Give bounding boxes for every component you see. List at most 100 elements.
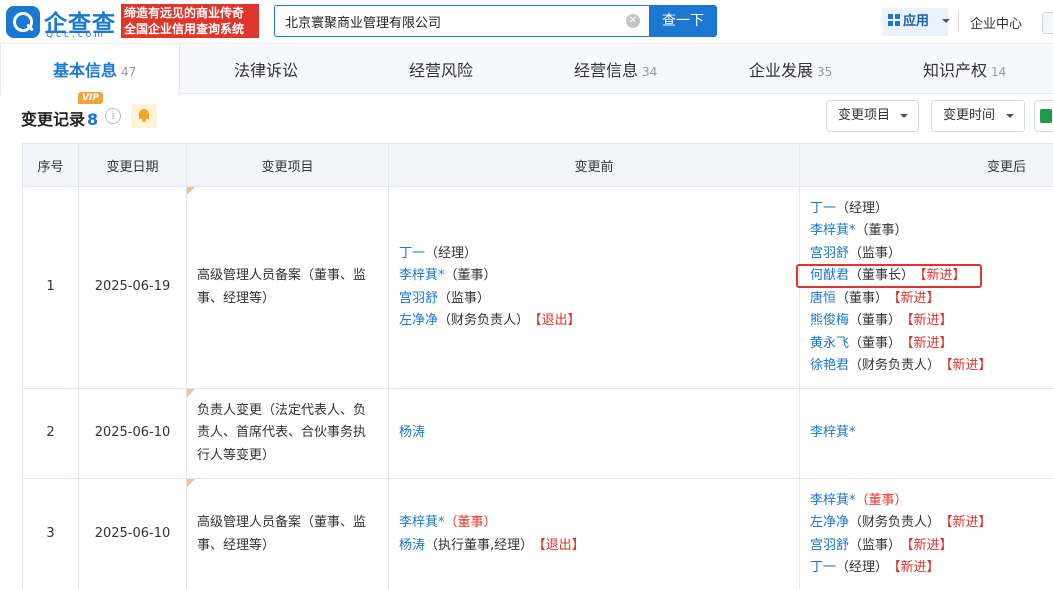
header-date: 变更日期 [78,143,187,187]
caret-down-icon [1006,114,1014,118]
tab-operating-risk[interactable]: 经营风险 [409,44,473,94]
person-name-link[interactable]: 丁一 [810,560,836,575]
filter-change-time-button[interactable]: 变更时间 [931,100,1025,132]
person-name-link[interactable]: 丁一 [399,246,425,261]
search-button[interactable]: 查一下 [649,5,717,37]
filter-change-item-button[interactable]: 变更项目 [826,100,919,132]
enterprise-center-link[interactable]: 企业中心 [970,13,1022,32]
after-cell: 李梓萁* [799,388,1053,479]
filter-label: 变更项目 [838,108,891,123]
person-name-link[interactable]: 丁一 [810,201,836,216]
tab-intellectual-property[interactable]: 知识产权 14 [923,44,1006,94]
export-excel-icon[interactable] [1034,100,1053,132]
tab-label: 经营风险 [409,61,474,80]
logo-search-icon [6,6,40,38]
before-cell: 李梓萁*（董事） 杨涛（执行董事,经理） 【退出】 [388,478,800,589]
change-item: 负责人变更（法定代表人、负责人、首席代表、合伙事务执行人等变更） [186,388,389,479]
caret-down-icon [900,114,908,118]
person-entry: 李梓萁*（董事） [810,220,1052,243]
person-role: （董事） [855,223,908,238]
clear-icon[interactable]: ✕ [626,14,640,28]
person-entry: 黄永飞（董事） 【新进】 [810,333,1052,356]
tab-count: 34 [642,65,658,79]
person-name-link[interactable]: 宫羽舒 [810,538,849,553]
new-entry-tag: 【新进】 [894,290,940,306]
person-role: （董事） [444,268,497,283]
tab-legal-litigation[interactable]: 法律诉讼 [234,44,298,94]
tab-basic-info[interactable]: 基本信息 47 [0,44,180,95]
person-role: （经理） [836,560,889,575]
person-role: （执行董事,经理） [425,537,534,553]
change-item: 高级管理人员备案（董事、监事、经理等） [186,186,389,389]
person-name-link[interactable]: 李梓萁* [810,223,856,238]
change-record-table: 序号 变更日期 变更项目 变更前 变更后 1 2025-06-19 高级管理人员备案… [22,143,1053,589]
person-entry: 杨涛 [399,422,789,445]
row-index: 1 [22,186,79,389]
person-name-link[interactable]: 杨涛 [399,425,425,440]
tab-operating-info[interactable]: 经营信息 34 [574,44,657,94]
person-entry: 李梓萁*（董事） [810,490,1052,513]
person-entry: 宫羽舒（监事） [810,243,1052,266]
after-cell: 丁一（经理） 李梓萁*（董事） 宫羽舒（监事） 何猷君（董事长） 【新进】 唐恒（董事）【… [796,186,1053,389]
exit-tag: 【退出】 [539,537,585,553]
new-entry-tag: 【新进】 [907,313,953,328]
tab-count: 47 [121,65,137,79]
avatar[interactable] [1042,12,1053,34]
before-cell: 丁一（经理） 李梓萁*（董事） 宫羽舒（监事） 左净净（财务负责人） 【退出】 [388,186,800,389]
new-entry-tag: 【新进】 [894,560,940,575]
section-title-text: 变更记录 [21,110,86,129]
person-role: （监事） [849,245,902,261]
logo-domain: Qcc.com [46,30,107,40]
info-icon[interactable]: i [105,108,121,124]
slogan-banner: 缔造有远见的商业传奇 全国企业信用查询系统 [121,4,259,38]
person-entry: 李梓萁* [810,422,1052,445]
qcc-logo[interactable]: 企查查 Qcc.com [6,4,118,40]
person-entry: 李梓萁*（董事） [399,265,789,288]
change-date: 2025-06-10 [78,388,187,479]
table-row: 2 2025-06-10 负责人变更（法定代表人、负责人、首席代表、合伙事务执行人等… [22,388,1053,479]
new-entry-tag: 【新进】 [920,268,966,283]
person-role: （董事） [855,492,908,508]
tab-label: 基本信息 [53,61,118,80]
person-entry: 杨涛（执行董事,经理） 【退出】 [399,535,789,558]
row-index: 2 [22,388,79,479]
app-menu-button[interactable]: 应用 [882,8,948,36]
change-date: 2025-06-10 [78,478,187,589]
person-name-link[interactable]: 李梓萁* [399,515,445,530]
person-name-link[interactable]: 李梓萁* [810,493,856,508]
person-name-link[interactable]: 李梓萁* [399,268,445,283]
filter-label: 变更时间 [943,108,996,123]
tab-bar: 基本信息 47 法律诉讼 经营风险 经营信息 34 企业发展 35 知识产权 14 [0,44,1053,95]
person-name-link[interactable]: 熊俊梅 [810,313,849,328]
tab-label: 企业发展 [749,61,814,80]
person-name-link[interactable]: 宫羽舒 [399,291,438,306]
new-entry-tag: 【新进】 [946,358,992,373]
change-date: 2025-06-19 [78,186,187,389]
person-entry: 左净净（财务负责人） 【退出】 [399,310,789,333]
person-role: （经理） [425,245,478,261]
tab-count: 35 [817,65,833,79]
person-entry: 丁一（经理） 【新进】 [810,557,1052,580]
section-title: 变更记录 8 [21,106,98,130]
person-name-link[interactable]: 唐恒 [810,291,836,306]
search-input[interactable] [275,6,620,36]
tab-label: 经营信息 [574,61,639,80]
person-name-link[interactable]: 宫羽舒 [810,246,849,261]
vip-badge: VIP [78,92,103,104]
person-name-link[interactable]: 左净净 [810,515,849,530]
person-entry: 唐恒（董事） 【新进】 [810,288,1052,311]
person-name-link[interactable]: 何猷君 [810,268,849,283]
person-name-link[interactable]: 左净净 [399,313,438,328]
person-role: （经理） [836,200,889,216]
grid-icon [888,14,900,26]
person-role: （财务负责人） [849,358,941,373]
person-name-link[interactable]: 黄永飞 [810,336,849,351]
person-name-link[interactable]: 徐艳君 [810,358,849,373]
person-name-link[interactable]: 杨涛 [399,538,425,553]
tab-label: 法律诉讼 [234,61,299,80]
person-name-link[interactable]: 李梓萁* [810,425,856,440]
person-role: （监事） [849,537,902,553]
change-item: 高级管理人员备案（董事、监事、经理等） [186,478,389,589]
tab-enterprise-development[interactable]: 企业发展 35 [749,44,832,94]
bell-icon[interactable] [131,104,157,128]
